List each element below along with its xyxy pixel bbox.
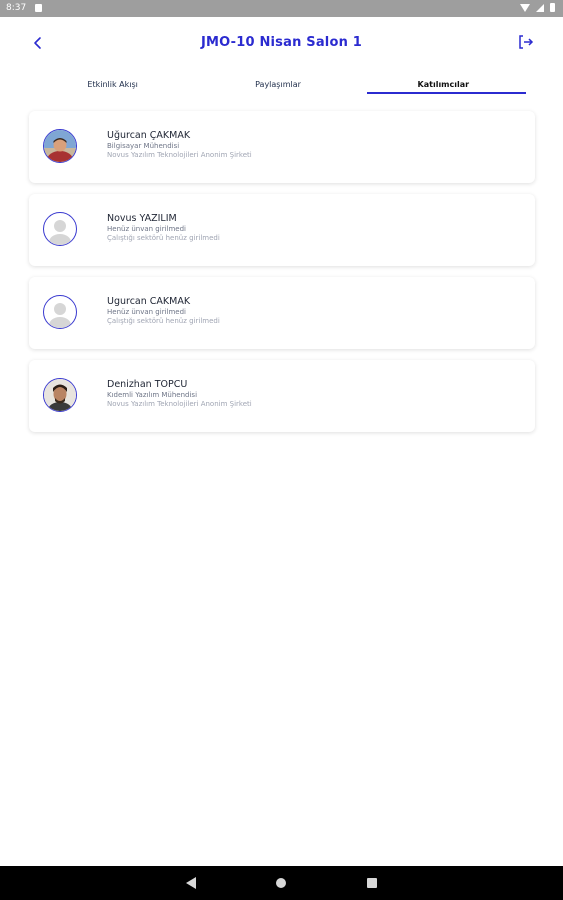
nav-home-icon[interactable] — [276, 878, 286, 888]
notification-icon — [35, 4, 42, 12]
participant-card[interactable]: Uğurcan ÇAKMAK Bilgisayar Mühendisi Novu… — [29, 111, 535, 183]
default-user-icon — [49, 303, 71, 328]
logout-icon — [519, 35, 534, 49]
participant-card[interactable]: Novus YAZILIM Henüz ünvan girilmedi Çalı… — [29, 194, 535, 266]
participant-name: Denizhan TOPCU — [107, 379, 188, 390]
participant-info: Novus YAZILIM Henüz ünvan girilmedi Çalı… — [107, 213, 220, 242]
status-indicators — [520, 3, 555, 12]
participant-company: Novus Yazılım Teknolojileri Anonim Şirke… — [107, 151, 252, 159]
status-time: 8:37 — [6, 3, 27, 13]
wifi-icon — [520, 3, 530, 12]
app-header: JMO-10 Nisan Salon 1 — [0, 17, 563, 69]
participant-card[interactable]: Ugurcan CAKMAK Henüz ünvan girilmedi Çal… — [29, 277, 535, 349]
participant-card[interactable]: Denizhan TOPCU Kıdemli Yazılım Mühendisi… — [29, 360, 535, 432]
exit-button[interactable] — [517, 33, 535, 51]
participant-info: Denizhan TOPCU Kıdemli Yazılım Mühendisi… — [107, 379, 252, 408]
tab-event-flow[interactable]: Etkinlik Akışı — [30, 77, 195, 95]
status-bar: 8:37 — [0, 0, 563, 17]
participant-role: Henüz ünvan girilmedi — [107, 308, 186, 316]
nav-recents-icon[interactable] — [367, 878, 377, 888]
system-nav-bar — [0, 866, 563, 900]
tab-bar: Etkinlik Akışı Paylaşımlar Katılımcılar — [30, 77, 526, 95]
default-user-icon — [49, 220, 71, 245]
avatar — [43, 129, 77, 163]
user-photo-icon — [44, 379, 76, 411]
battery-icon — [550, 3, 555, 12]
participant-company: Çalıştığı sektörü henüz girilmedi — [107, 317, 220, 325]
participant-name: Ugurcan CAKMAK — [107, 296, 191, 307]
avatar — [43, 295, 77, 329]
participant-list: Uğurcan ÇAKMAK Bilgisayar Mühendisi Novu… — [29, 111, 535, 443]
participant-company: Çalıştığı sektörü henüz girilmedi — [107, 234, 220, 242]
participant-name: Novus YAZILIM — [107, 213, 177, 224]
participant-role: Kıdemli Yazılım Mühendisi — [107, 391, 198, 399]
active-tab-indicator — [367, 92, 526, 94]
tab-shares[interactable]: Paylaşımlar — [195, 77, 360, 95]
participant-role: Bilgisayar Mühendisi — [107, 142, 180, 150]
signal-icon — [536, 3, 544, 12]
nav-back-icon[interactable] — [186, 877, 196, 889]
participant-role: Henüz ünvan girilmedi — [107, 225, 186, 233]
page-title: JMO-10 Nisan Salon 1 — [200, 35, 363, 50]
avatar — [43, 212, 77, 246]
avatar — [43, 378, 77, 412]
user-photo-icon — [44, 130, 76, 162]
participant-company: Novus Yazılım Teknolojileri Anonim Şirke… — [107, 400, 252, 408]
participant-name: Uğurcan ÇAKMAK — [107, 130, 191, 141]
participant-info: Uğurcan ÇAKMAK Bilgisayar Mühendisi Novu… — [107, 130, 252, 159]
participant-info: Ugurcan CAKMAK Henüz ünvan girilmedi Çal… — [107, 296, 220, 325]
